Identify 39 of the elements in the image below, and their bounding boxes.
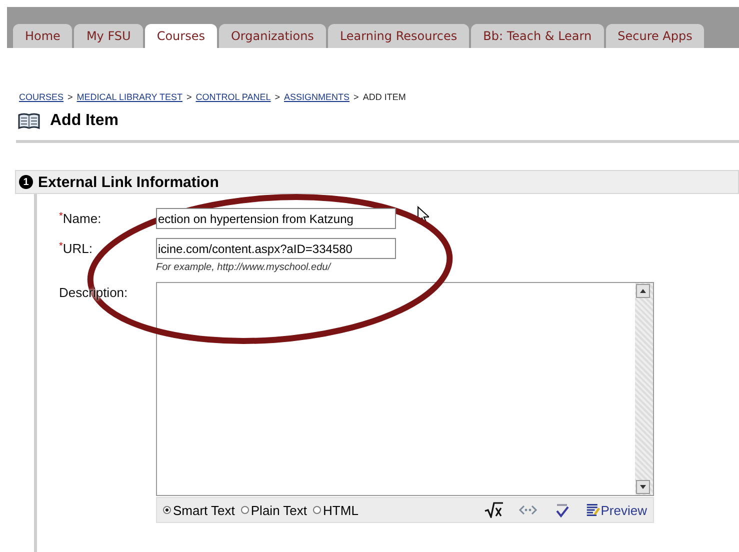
nav-tab[interactable]: My FSU <box>74 24 143 48</box>
breadcrumb-separator: > <box>186 92 192 102</box>
nav-tab[interactable]: Learning Resources <box>328 24 470 48</box>
nav-tab[interactable]: Courses <box>144 24 217 48</box>
breadcrumb-link[interactable]: COURSES <box>19 92 64 102</box>
nav-tab[interactable]: Secure Apps <box>606 24 704 48</box>
required-mark: * <box>59 211 63 222</box>
breadcrumb-separator: > <box>274 92 280 102</box>
breadcrumb-separator: > <box>354 92 359 102</box>
field-label: URL: <box>62 241 93 256</box>
scroll-down-icon[interactable] <box>636 480 650 494</box>
breadcrumb-current: ADD ITEM <box>362 92 406 102</box>
scrollbar[interactable] <box>635 283 653 495</box>
radio-icon[interactable] <box>313 506 322 514</box>
text-field[interactable]: icine.com/content.aspx?aID=334580 <box>156 238 396 259</box>
square-root-icon[interactable] <box>484 502 504 518</box>
radio-option[interactable]: HTML <box>313 502 358 518</box>
radio-option[interactable]: Plain Text <box>240 502 308 518</box>
nav-tab[interactable]: Home <box>13 24 72 48</box>
nav-tab[interactable]: Organizations <box>218 24 326 48</box>
radio-icon[interactable] <box>163 506 171 514</box>
section-title: External Link Information <box>38 174 219 190</box>
breadcrumb-link[interactable]: MEDICAL LIBRARY TEST <box>76 92 182 102</box>
hint-text: For example, http://www.myschool.edu/ <box>156 262 332 273</box>
radio-option[interactable]: Smart Text <box>163 502 235 518</box>
edit-page-icon[interactable] <box>586 503 600 517</box>
nav-tab[interactable]: Bb: Teach & Learn <box>471 24 604 48</box>
required-mark: * <box>59 241 63 252</box>
page-title: Add Item <box>50 112 118 130</box>
preview-link[interactable]: Preview <box>586 502 647 518</box>
scroll-up-icon[interactable] <box>636 284 650 298</box>
text-field[interactable]: ection on hypertension from Katzung <box>156 208 396 229</box>
field-label: Name: <box>62 211 102 226</box>
step-number: 1 <box>19 175 33 189</box>
breadcrumb-separator: > <box>68 92 73 102</box>
breadcrumb-link[interactable]: ASSIGNMENTS <box>284 92 350 102</box>
radio-icon[interactable] <box>240 506 249 514</box>
breadcrumb-link[interactable]: CONTROL PANEL <box>196 92 271 102</box>
book-icon <box>18 112 40 130</box>
